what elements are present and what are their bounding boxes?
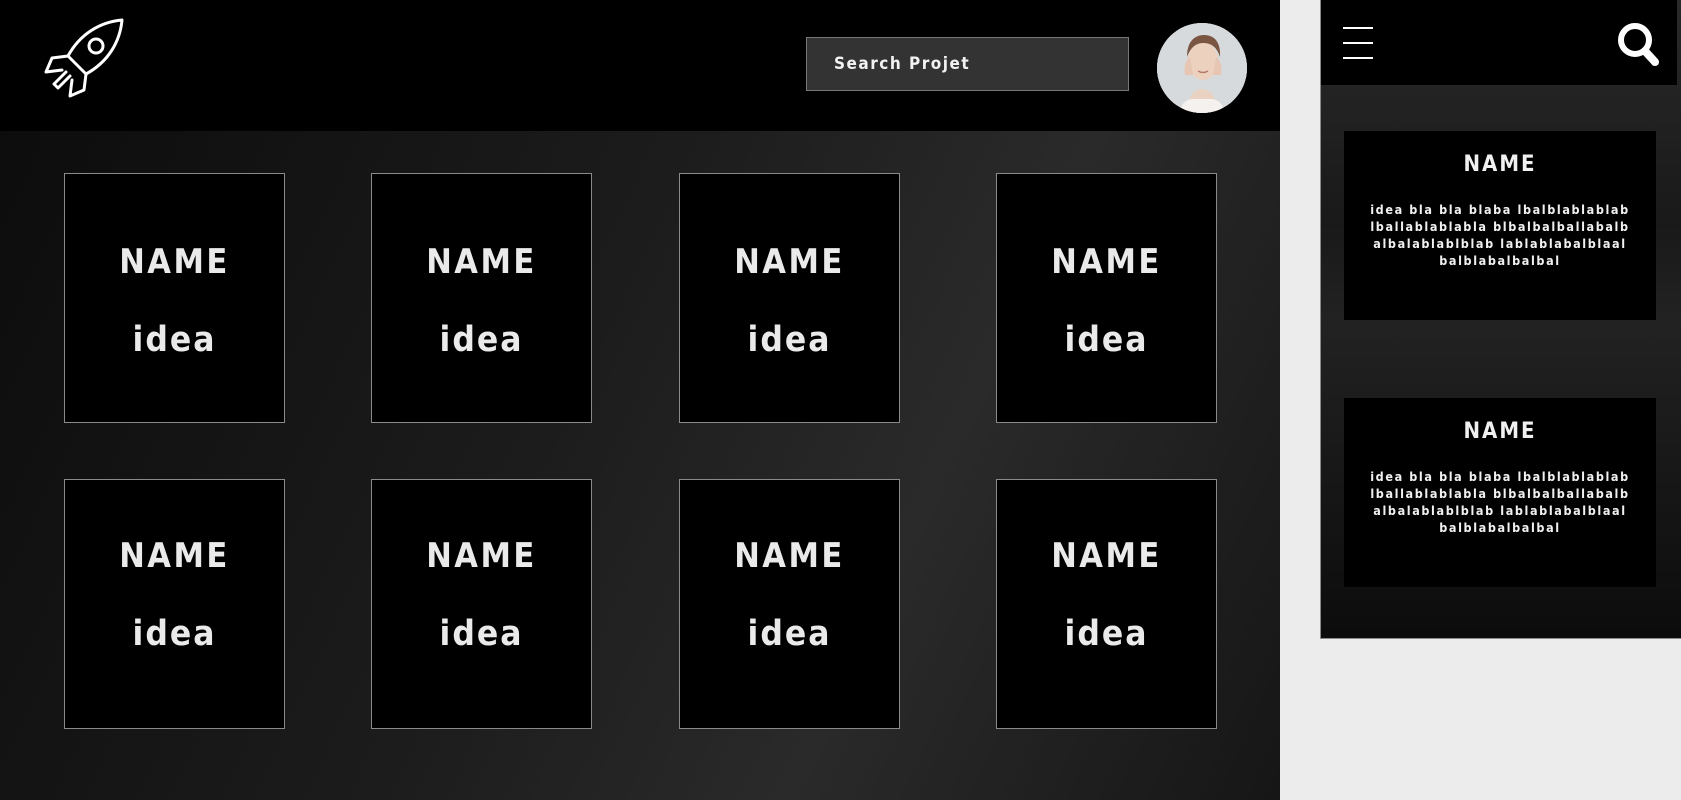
card-idea: idea <box>132 320 217 360</box>
avatar[interactable] <box>1157 23 1247 113</box>
rocket-icon[interactable] <box>44 16 126 98</box>
top-header <box>0 0 1280 131</box>
avatar-image <box>1157 23 1247 113</box>
idea-card[interactable]: NAME idea <box>64 173 285 423</box>
card-name: NAME <box>1463 152 1537 177</box>
card-description: idea bla bla blaba lbalblablablablballab… <box>1370 469 1630 535</box>
card-description: idea bla bla blaba lbalblablablablballab… <box>1370 202 1630 268</box>
card-name: NAME <box>734 536 845 576</box>
card-name: NAME <box>734 242 845 282</box>
desktop-view: NAME idea NAME idea NAME idea NAME idea … <box>0 0 1280 800</box>
search-box[interactable] <box>806 37 1129 91</box>
idea-card[interactable]: NAME idea <box>996 173 1217 423</box>
card-idea: idea <box>439 320 524 360</box>
mobile-header <box>1321 0 1677 85</box>
idea-card[interactable]: NAME idea <box>371 479 592 729</box>
card-idea: idea <box>747 320 832 360</box>
idea-card[interactable]: NAME idea <box>679 479 900 729</box>
card-idea: idea <box>439 614 524 654</box>
card-idea: idea <box>1064 320 1149 360</box>
card-name: NAME <box>119 242 230 282</box>
card-name: NAME <box>1051 536 1162 576</box>
idea-card[interactable]: NAME idea <box>371 173 592 423</box>
idea-card[interactable]: NAME idea <box>64 479 285 729</box>
mobile-idea-card[interactable]: NAME idea bla bla blaba lbalblablablablb… <box>1344 131 1656 320</box>
card-name: NAME <box>119 536 230 576</box>
hamburger-menu-icon[interactable] <box>1343 25 1373 61</box>
idea-card[interactable]: NAME idea <box>679 173 900 423</box>
idea-card[interactable]: NAME idea <box>996 479 1217 729</box>
card-idea: idea <box>1064 614 1149 654</box>
search-input[interactable] <box>807 38 1128 90</box>
card-idea: idea <box>132 614 217 654</box>
card-name: NAME <box>426 536 537 576</box>
mobile-idea-card[interactable]: NAME idea bla bla blaba lbalblablablablb… <box>1344 398 1656 587</box>
search-icon[interactable] <box>1617 22 1659 66</box>
card-name: NAME <box>1463 419 1537 444</box>
mobile-view: NAME idea bla bla blaba lbalblablablablb… <box>1320 0 1681 639</box>
card-name: NAME <box>426 242 537 282</box>
card-idea: idea <box>747 614 832 654</box>
card-name: NAME <box>1051 242 1162 282</box>
